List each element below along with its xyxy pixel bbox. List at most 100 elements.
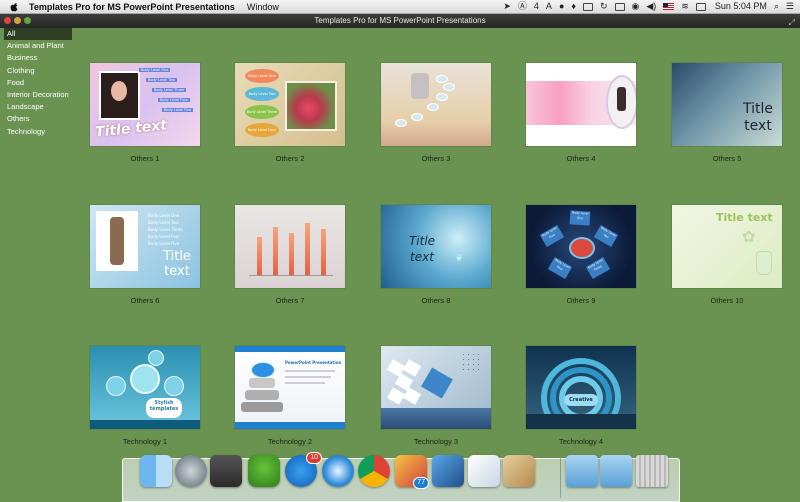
window-menu[interactable]: Window: [247, 2, 279, 12]
fonts-icon[interactable]: A: [546, 0, 552, 13]
category-food[interactable]: Food: [4, 77, 72, 89]
template-thumbnail[interactable]: Body Level One Body Level Two Body Level…: [90, 205, 200, 288]
template-card[interactable]: PowerPoint Presentation Technology 2: [235, 346, 345, 446]
oval-photo: [606, 75, 636, 129]
category-technology[interactable]: Technology: [4, 126, 72, 138]
calendar-app-icon[interactable]: 77: [395, 455, 429, 489]
template-label: Others 9: [566, 296, 596, 305]
close-icon[interactable]: [4, 17, 11, 24]
category-sidebar: All Animal and Plant Business Clothing F…: [4, 28, 72, 138]
template-card[interactable]: Body Level One Body Level Two Body Level…: [90, 63, 200, 163]
template-label: Others 6: [130, 296, 160, 305]
body-level-label: Body Level Two: [245, 87, 279, 101]
volume-icon[interactable]: ◀): [646, 0, 656, 13]
category-all[interactable]: All: [4, 28, 72, 41]
template-card[interactable]: Body Level One Body Level Two Body Level…: [235, 63, 345, 163]
center-hub: [569, 237, 595, 259]
template-thumbnail[interactable]: Title text ✿: [672, 205, 782, 288]
zoom-icon[interactable]: [24, 17, 31, 24]
template-card[interactable]: Technology 3: [381, 346, 491, 446]
clock[interactable]: Sun 5:04 PM: [715, 0, 767, 13]
mission-control-icon[interactable]: [210, 455, 242, 487]
count-badge: 4: [533, 1, 539, 11]
app-menu[interactable]: Templates Pro for MS PowerPoint Presenta…: [29, 2, 235, 12]
xcode-icon[interactable]: [432, 455, 464, 487]
body-level-label: Body Level Four: [245, 123, 279, 137]
apple-icon[interactable]: [9, 2, 19, 12]
category-interior-decoration[interactable]: Interior Decoration: [4, 89, 72, 101]
template-thumbnail[interactable]: Body Level One Body Level Two Body Level…: [526, 205, 636, 288]
template-card[interactable]: Creative Technology 4: [526, 346, 636, 446]
chrome-icon[interactable]: [358, 455, 390, 487]
wifi-icon[interactable]: ≋: [681, 0, 689, 13]
fullscreen-icon[interactable]: ⤢: [789, 16, 795, 30]
template-thumbnail[interactable]: Title text ❦: [381, 205, 491, 288]
template-label: Others 5: [712, 154, 742, 163]
applications-folder-icon[interactable]: [566, 455, 598, 487]
template-card[interactable]: Others 3: [381, 63, 491, 163]
minimize-icon[interactable]: [14, 17, 21, 24]
menu-bar: Templates Pro for MS PowerPoint Presenta…: [0, 0, 800, 14]
body-level-label: Body Level Two: [146, 78, 177, 82]
safari-icon[interactable]: [322, 455, 354, 487]
flower-icon: ✿: [742, 229, 756, 246]
calendar-badge: 77: [413, 477, 429, 489]
mail-send-icon[interactable]: [468, 455, 500, 487]
notification-icon[interactable]: ●: [559, 0, 564, 13]
template-thumbnail[interactable]: [526, 63, 636, 146]
adobe-icon[interactable]: Ⓐ: [518, 0, 527, 13]
category-clothing[interactable]: Clothing: [4, 65, 72, 77]
thumb-title: Title text: [163, 249, 191, 279]
template-label: Others 3: [421, 154, 451, 163]
template-thumbnail[interactable]: PowerPoint Presentation: [235, 346, 345, 429]
template-thumbnail[interactable]: Title text: [672, 63, 782, 146]
category-business[interactable]: Business: [4, 52, 72, 64]
template-card[interactable]: Others 7: [235, 205, 345, 305]
documents-folder-icon[interactable]: [600, 455, 632, 487]
photo-frame: [96, 211, 138, 271]
template-thumbnail[interactable]: Body Level One Body Level Two Body Level…: [235, 63, 345, 146]
cursor-icon[interactable]: ➤: [503, 0, 511, 13]
template-card[interactable]: Body Level One Body Level Two Body Level…: [90, 205, 200, 305]
template-thumbnail[interactable]: [381, 346, 491, 429]
sync-icon[interactable]: ↻: [600, 0, 608, 13]
status-bar: ➤ Ⓐ 4 A ● ♦ ↻ ◉ ◀) ≋ Sun 5:04 PM ⌕ ☰: [496, 0, 800, 13]
template-thumbnail[interactable]: [381, 63, 491, 146]
template-thumbnail[interactable]: Stylish templates: [90, 346, 200, 429]
package-icon[interactable]: [503, 455, 535, 487]
template-label: Technology 2: [267, 437, 313, 446]
template-thumbnail[interactable]: [235, 205, 345, 288]
template-label: Others 8: [421, 296, 451, 305]
eye-icon[interactable]: ◉: [632, 0, 640, 13]
category-landscape[interactable]: Landscape: [4, 101, 72, 113]
template-card[interactable]: Title text Others 5: [672, 63, 782, 163]
battery-icon[interactable]: [695, 2, 706, 11]
template-label: Technology 4: [558, 437, 604, 446]
category-others[interactable]: Others: [4, 113, 72, 125]
app-store-icon[interactable]: 10: [285, 452, 322, 487]
trash-icon[interactable]: [636, 455, 668, 487]
template-thumbnail[interactable]: Body Level One Body Level Two Body Level…: [90, 63, 200, 146]
template-card[interactable]: Stylish templates Technology 1: [90, 346, 200, 446]
template-label: Others 10: [710, 296, 744, 305]
frog-app-icon[interactable]: [248, 455, 280, 487]
thumb-title: Creative: [564, 394, 598, 406]
template-card[interactable]: Title text ❦ Others 8: [381, 205, 491, 305]
spotlight-icon[interactable]: ⌕: [774, 0, 779, 13]
template-card[interactable]: Others 4: [526, 63, 636, 163]
photo-frame: [99, 71, 140, 120]
template-card[interactable]: Title text ✿ Others 10: [672, 205, 782, 305]
finder-icon[interactable]: [140, 455, 172, 487]
category-animal-and-plant[interactable]: Animal and Plant: [4, 40, 72, 52]
notification-center-icon[interactable]: ☰: [786, 0, 794, 13]
dropbox-icon[interactable]: [614, 2, 625, 11]
center-circle: [130, 364, 160, 394]
python-icon[interactable]: ♦: [571, 0, 576, 13]
template-thumbnail[interactable]: Creative: [526, 346, 636, 429]
launchpad-icon[interactable]: [175, 455, 207, 487]
us-flag-icon[interactable]: [663, 3, 675, 10]
display-icon[interactable]: [582, 2, 593, 11]
body-level-label: Body Level Five: [162, 108, 194, 112]
template-card[interactable]: Body Level One Body Level Two Body Level…: [526, 205, 636, 305]
body-level-label: Body Level One: [569, 210, 591, 226]
